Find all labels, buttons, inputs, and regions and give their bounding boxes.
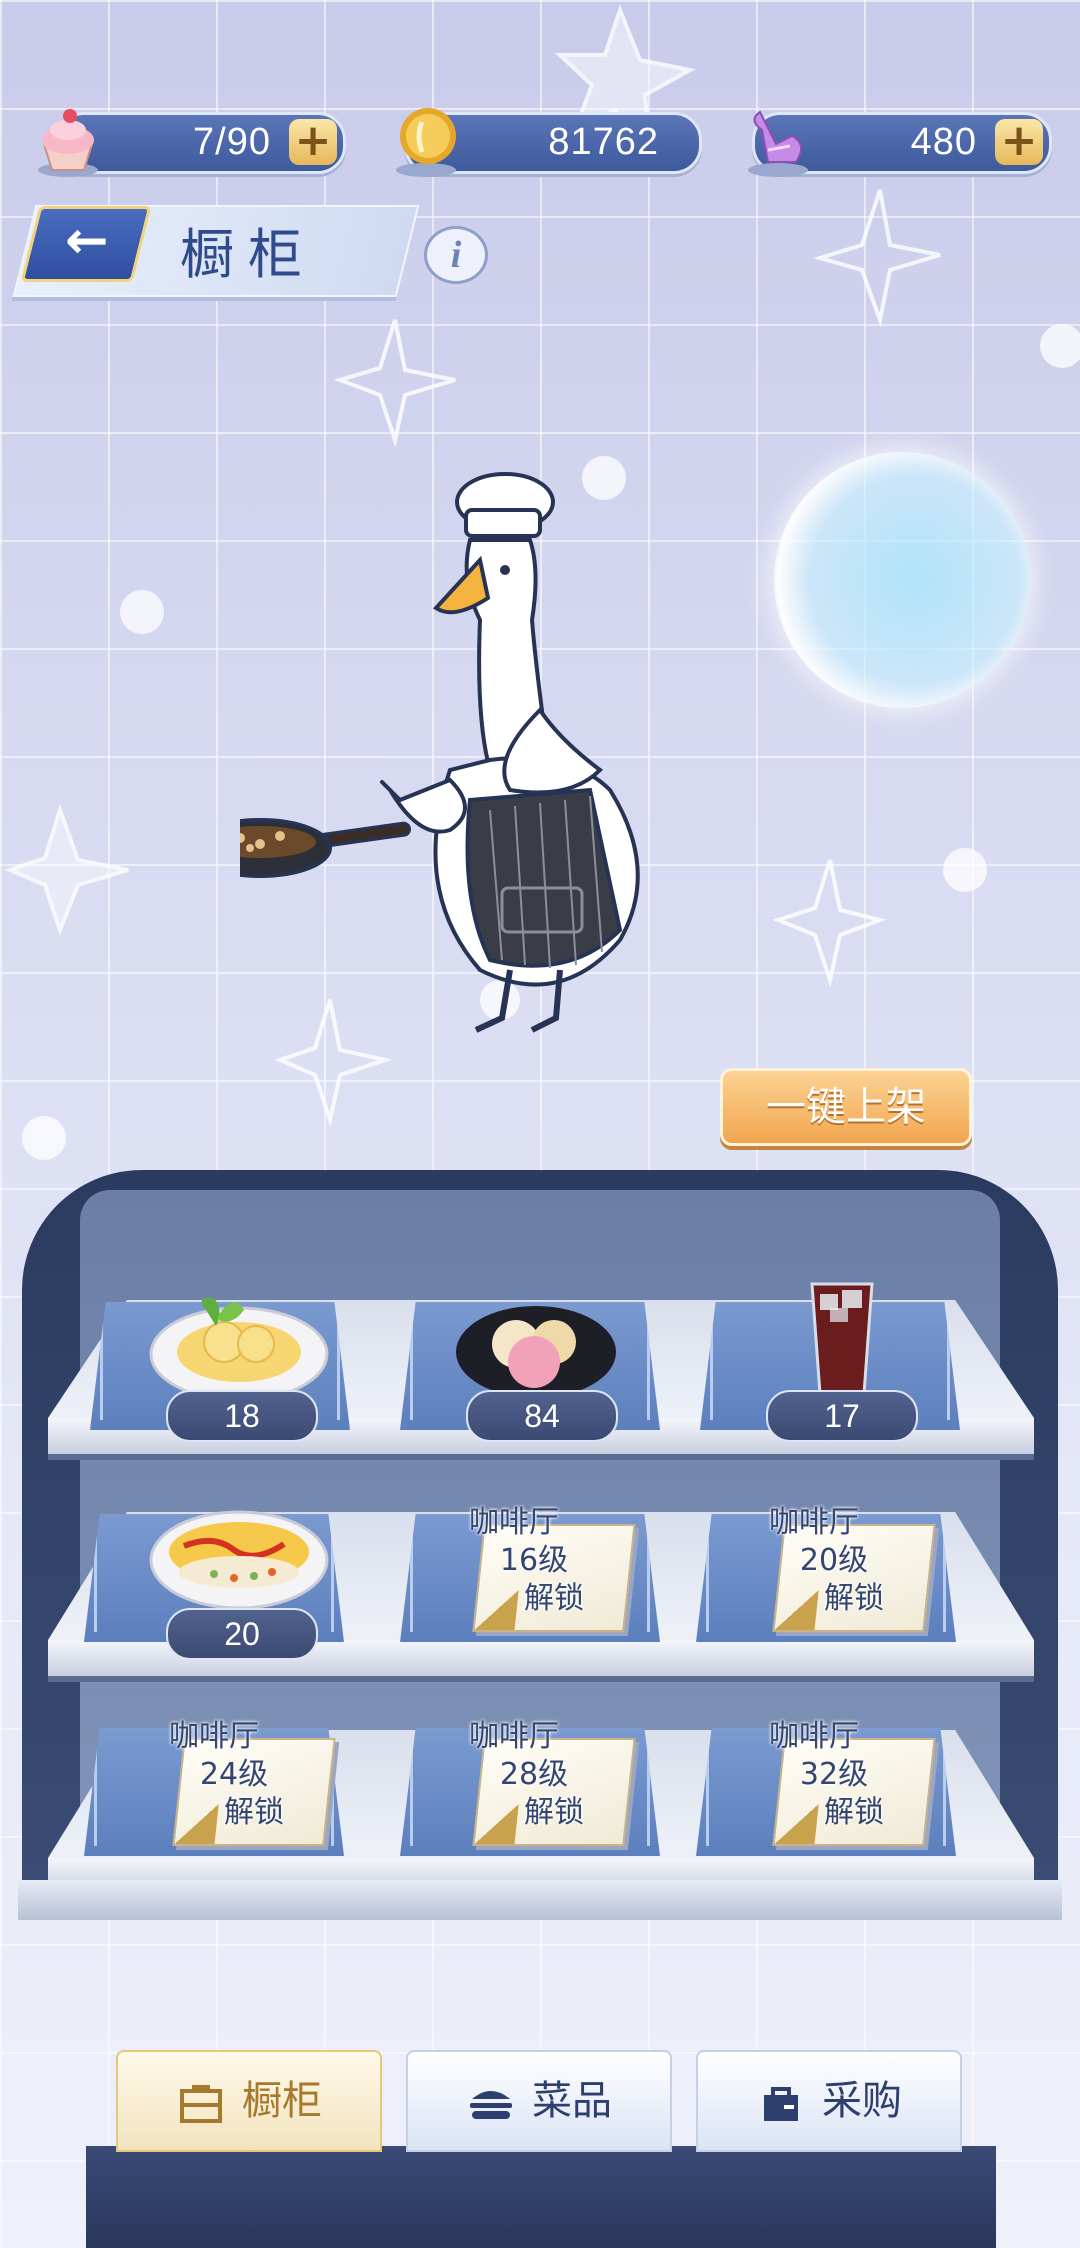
lock-text: 咖啡厅 32级 解锁 xyxy=(769,1719,884,1830)
shelf-slot-4[interactable]: 20 xyxy=(140,1490,340,1660)
tab-cabinet[interactable]: 橱柜 xyxy=(116,2050,382,2152)
crystal-value: 480 xyxy=(910,121,977,163)
back-button[interactable]: ← xyxy=(20,206,152,282)
bubble-effect xyxy=(774,452,1030,708)
cabinet-icon xyxy=(180,2085,222,2123)
tab-bar-base xyxy=(86,2146,996,2248)
item-count: 84 xyxy=(466,1390,618,1442)
mango-dessert-icon xyxy=(149,1297,329,1402)
shopping-bag-icon xyxy=(764,2087,798,2121)
add-stamina-button[interactable]: + xyxy=(289,119,337,165)
lock-text: 咖啡厅 28级 解锁 xyxy=(469,1719,584,1830)
locked-slot-32[interactable]: 咖啡厅 32级 解锁 xyxy=(740,1714,940,1854)
iced-cola-icon xyxy=(810,1282,874,1396)
cupcake-icon xyxy=(38,109,98,177)
shelf-slot-3[interactable]: 17 xyxy=(740,1280,940,1442)
one-key-stock-button[interactable]: 一键上架 xyxy=(720,1068,972,1146)
item-count: 20 xyxy=(166,1608,318,1660)
shelf-slot-1[interactable]: 18 xyxy=(140,1280,340,1442)
lock-text: 咖啡厅 20级 解锁 xyxy=(769,1505,884,1616)
tab-purchase[interactable]: 采购 xyxy=(696,2050,962,2152)
goose-chef-illustration xyxy=(240,472,640,1033)
burger-icon xyxy=(470,2091,512,2119)
locked-slot-16[interactable]: 咖啡厅 16级 解锁 xyxy=(440,1500,640,1640)
item-count: 18 xyxy=(166,1390,318,1442)
mochi-plate-icon xyxy=(456,1306,616,1398)
locked-slot-28[interactable]: 咖啡厅 28级 解锁 xyxy=(440,1714,640,1854)
page-title: 橱柜 xyxy=(180,223,316,286)
stamina-value: 7/90 xyxy=(193,121,271,163)
item-count: 17 xyxy=(766,1390,918,1442)
crystal-swan-icon xyxy=(748,110,808,177)
coin-icon xyxy=(396,108,456,177)
tab-cabinet-label: 橱柜 xyxy=(242,2078,322,2124)
tab-dishes-label: 菜品 xyxy=(532,2078,612,2124)
lock-text: 咖啡厅 16级 解锁 xyxy=(469,1505,584,1616)
locked-slot-20[interactable]: 咖啡厅 20级 解锁 xyxy=(740,1500,940,1640)
shelf-slot-2[interactable]: 84 xyxy=(440,1280,640,1442)
omelette-rice-icon xyxy=(149,1510,329,1610)
coin-value: 81762 xyxy=(548,121,659,163)
lock-text: 咖啡厅 24级 解锁 xyxy=(169,1719,284,1830)
locked-slot-24[interactable]: 咖啡厅 24级 解锁 xyxy=(140,1714,340,1854)
cabinet-base xyxy=(18,1880,1062,1920)
tab-dishes[interactable]: 菜品 xyxy=(406,2050,672,2152)
info-icon[interactable]: i xyxy=(424,226,488,284)
tab-purchase-label: 采购 xyxy=(822,2078,902,2124)
back-arrow-icon: ← xyxy=(64,211,109,271)
add-crystal-button[interactable]: + xyxy=(995,119,1043,165)
